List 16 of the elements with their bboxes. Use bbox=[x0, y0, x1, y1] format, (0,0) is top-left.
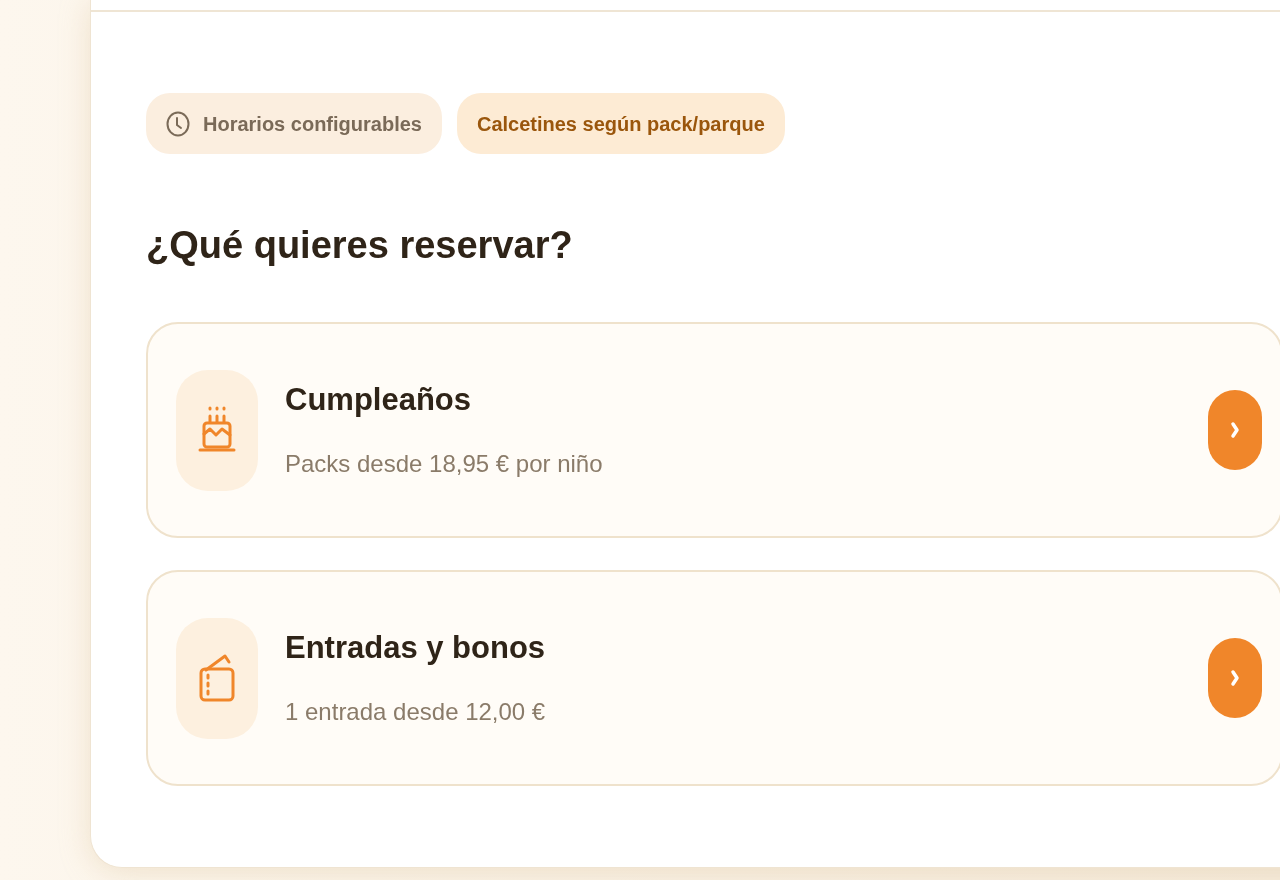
option-price: 1 entrada desde 12,00 € bbox=[285, 697, 546, 727]
booking-option-card[interactable]: Entradas y bonos 1 entrada desde 12,00 € bbox=[146, 570, 1280, 786]
next-button[interactable] bbox=[1208, 638, 1262, 718]
section-heading: ¿Qué quieres reservar? bbox=[146, 223, 573, 268]
chevron-right-icon bbox=[1230, 668, 1240, 688]
chevron-right-icon bbox=[1230, 420, 1240, 440]
booking-option-card[interactable]: Cumpleaños Packs desde 18,95 € por niño bbox=[146, 322, 1280, 538]
clock-icon bbox=[166, 110, 190, 137]
tag-label: Calcetines según pack/parque bbox=[476, 111, 765, 137]
wallet-icon bbox=[198, 653, 236, 703]
option-price: Packs desde 18,95 € por niño bbox=[285, 449, 603, 479]
cake-icon bbox=[198, 406, 236, 454]
option-title: Cumpleaños bbox=[285, 381, 472, 419]
option-title: Entradas y bonos bbox=[285, 629, 546, 667]
tag-label: Horarios configurables bbox=[203, 111, 422, 137]
next-button[interactable] bbox=[1208, 390, 1262, 470]
